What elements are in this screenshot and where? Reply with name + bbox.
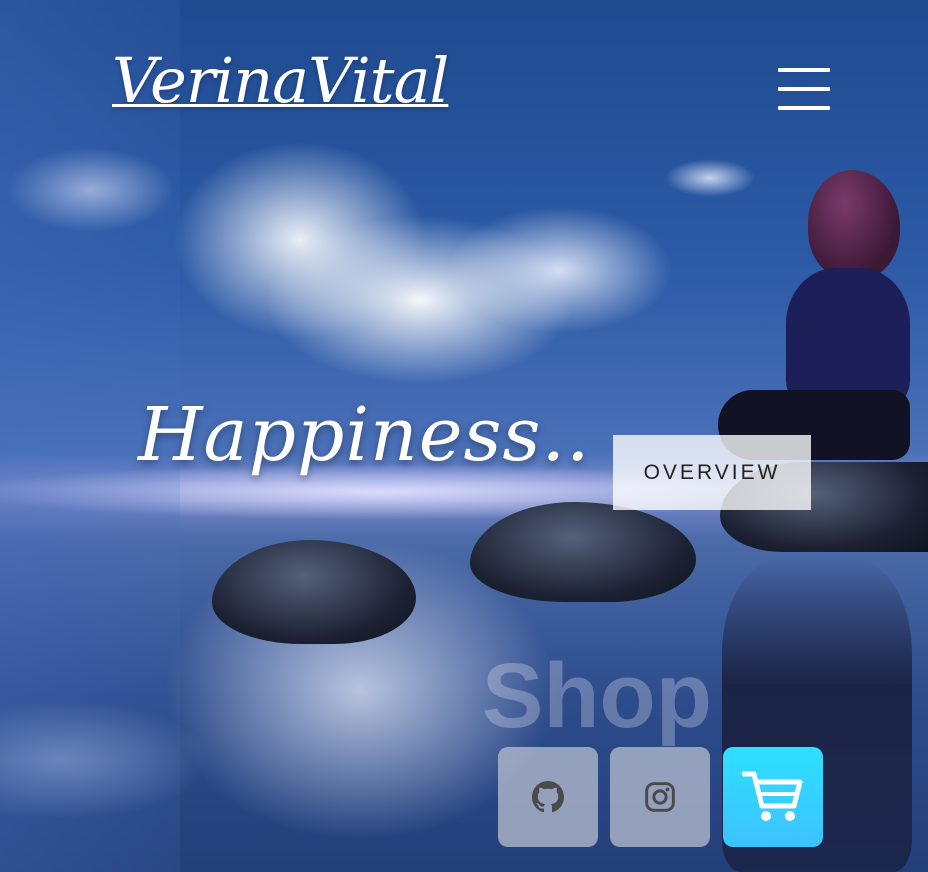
overview-button[interactable]: OVERVIEW (613, 435, 811, 510)
shopping-cart-button[interactable] (723, 747, 823, 847)
github-icon (532, 781, 564, 813)
hero-headline: Happiness.. (138, 392, 591, 478)
instagram-icon (645, 782, 675, 812)
hamburger-menu-icon[interactable] (778, 68, 830, 110)
shopping-cart-icon (742, 771, 803, 821)
github-button[interactable] (498, 747, 598, 847)
shop-label: Shop (482, 645, 712, 747)
instagram-button[interactable] (610, 747, 710, 847)
brand-logo-link[interactable]: VerinaVital (112, 44, 449, 117)
